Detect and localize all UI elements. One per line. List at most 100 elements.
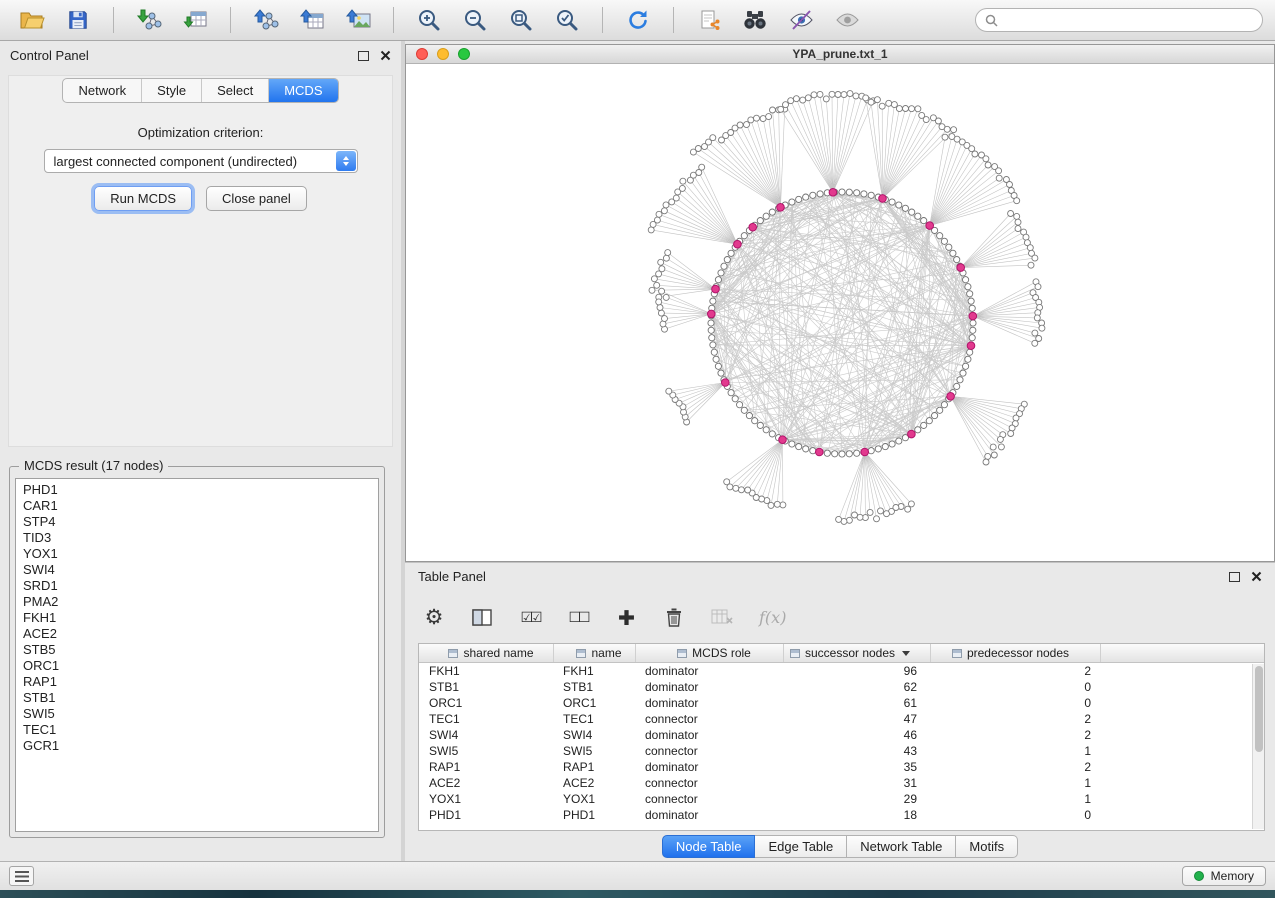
hub-node[interactable] xyxy=(969,312,977,320)
mcds-result-list[interactable]: PHD1CAR1STP4TID3YOX1SWI4SRD1PMA2FKH1ACE2… xyxy=(15,478,379,832)
hub-node[interactable] xyxy=(926,222,934,230)
hub-node[interactable] xyxy=(861,448,869,456)
ring-node[interactable] xyxy=(732,396,738,402)
ring-node[interactable] xyxy=(839,189,845,195)
leaf-node[interactable] xyxy=(783,102,789,108)
leaf-node[interactable] xyxy=(800,97,806,103)
zoom-fit-button[interactable] xyxy=(501,4,541,36)
close-panel-button[interactable]: Close panel xyxy=(206,186,307,211)
leaf-node[interactable] xyxy=(733,485,739,491)
select-all-icon[interactable] xyxy=(519,605,541,629)
zoom-in-button[interactable] xyxy=(409,4,449,36)
ring-node[interactable] xyxy=(763,427,769,433)
ring-node[interactable] xyxy=(889,199,895,205)
leaf-node[interactable] xyxy=(766,114,772,120)
ring-node[interactable] xyxy=(970,320,976,326)
ring-node[interactable] xyxy=(752,418,758,424)
ring-node[interactable] xyxy=(937,233,943,239)
leaf-node[interactable] xyxy=(811,92,817,98)
ring-node[interactable] xyxy=(789,441,795,447)
leaf-node[interactable] xyxy=(738,487,744,493)
leaf-node[interactable] xyxy=(942,134,948,140)
leaf-node[interactable] xyxy=(656,299,662,305)
leaf-node[interactable] xyxy=(659,288,665,294)
leaf-node[interactable] xyxy=(1015,219,1021,225)
leaf-node[interactable] xyxy=(780,502,786,508)
leaf-node[interactable] xyxy=(841,92,847,98)
ring-node[interactable] xyxy=(710,298,716,304)
leaf-node[interactable] xyxy=(1023,234,1029,240)
leaf-node[interactable] xyxy=(996,175,1002,181)
mcds-result-item[interactable]: GCR1 xyxy=(16,738,378,754)
hub-node[interactable] xyxy=(967,342,975,350)
ring-node[interactable] xyxy=(709,335,715,341)
column-header[interactable]: name xyxy=(554,644,636,662)
hub-node[interactable] xyxy=(816,448,824,456)
ring-node[interactable] xyxy=(789,199,795,205)
leaf-node[interactable] xyxy=(1008,431,1014,437)
table-row[interactable]: RAP1RAP1dominator352 xyxy=(419,759,1264,775)
leaf-node[interactable] xyxy=(661,208,667,214)
leaf-node[interactable] xyxy=(1032,340,1038,346)
leaf-node[interactable] xyxy=(1008,211,1014,217)
leaf-node[interactable] xyxy=(679,185,685,191)
network-canvas[interactable] xyxy=(406,64,1274,561)
leaf-node[interactable] xyxy=(1013,415,1019,421)
leaf-node[interactable] xyxy=(1034,315,1040,321)
hub-node[interactable] xyxy=(947,393,955,401)
mcds-result-item[interactable]: SWI4 xyxy=(16,562,378,578)
float-window-icon[interactable] xyxy=(358,51,369,61)
ring-node[interactable] xyxy=(721,263,727,269)
leaf-node[interactable] xyxy=(874,97,880,103)
leaf-node[interactable] xyxy=(874,516,880,522)
tab-network[interactable]: Network xyxy=(63,79,141,102)
ring-node[interactable] xyxy=(741,233,747,239)
ring-node[interactable] xyxy=(796,444,802,450)
tab-style[interactable]: Style xyxy=(141,79,201,102)
mcds-result-item[interactable]: ACE2 xyxy=(16,626,378,642)
ring-node[interactable] xyxy=(757,422,763,428)
leaf-node[interactable] xyxy=(754,115,760,121)
table-mode-gear-icon[interactable] xyxy=(423,605,445,629)
leaf-node[interactable] xyxy=(724,479,730,485)
leaf-node[interactable] xyxy=(863,95,869,101)
mcds-result-item[interactable]: YOX1 xyxy=(16,546,378,562)
close-icon[interactable] xyxy=(1251,571,1262,582)
ring-node[interactable] xyxy=(769,209,775,215)
ring-node[interactable] xyxy=(708,320,714,326)
tab-select[interactable]: Select xyxy=(201,79,268,102)
leaf-node[interactable] xyxy=(923,117,929,123)
ring-node[interactable] xyxy=(902,205,908,211)
hub-node[interactable] xyxy=(708,310,716,318)
ring-node[interactable] xyxy=(963,363,969,369)
ring-node[interactable] xyxy=(718,270,724,276)
leaf-node[interactable] xyxy=(990,444,996,450)
ring-node[interactable] xyxy=(970,327,976,333)
leaf-node[interactable] xyxy=(985,453,991,459)
hub-node[interactable] xyxy=(712,285,720,293)
tab-motifs[interactable]: Motifs xyxy=(956,835,1018,858)
run-mcds-button[interactable]: Run MCDS xyxy=(94,186,192,211)
ring-node[interactable] xyxy=(757,218,763,224)
minimize-window-icon[interactable] xyxy=(437,48,449,60)
ring-node[interactable] xyxy=(954,383,960,389)
leaf-node[interactable] xyxy=(1014,198,1020,204)
tab-network-table[interactable]: Network Table xyxy=(847,835,956,858)
network-titlebar[interactable]: YPA_prune.txt_1 xyxy=(406,45,1274,64)
export-table-button[interactable] xyxy=(292,4,332,36)
ring-node[interactable] xyxy=(741,407,747,413)
mcds-result-item[interactable]: SRD1 xyxy=(16,578,378,594)
zoom-selected-button[interactable] xyxy=(547,4,587,36)
leaf-node[interactable] xyxy=(654,282,660,288)
ring-node[interactable] xyxy=(946,244,952,250)
ring-node[interactable] xyxy=(854,190,860,196)
ring-node[interactable] xyxy=(839,451,845,457)
table-row[interactable]: SWI5SWI5connector431 xyxy=(419,743,1264,759)
ring-node[interactable] xyxy=(715,277,721,283)
table-row[interactable]: SWI4SWI4dominator462 xyxy=(419,727,1264,743)
close-icon[interactable] xyxy=(380,50,391,61)
ring-node[interactable] xyxy=(810,192,816,198)
leaf-node[interactable] xyxy=(835,92,841,98)
mcds-result-item[interactable]: FKH1 xyxy=(16,610,378,626)
leaf-node[interactable] xyxy=(710,135,716,141)
